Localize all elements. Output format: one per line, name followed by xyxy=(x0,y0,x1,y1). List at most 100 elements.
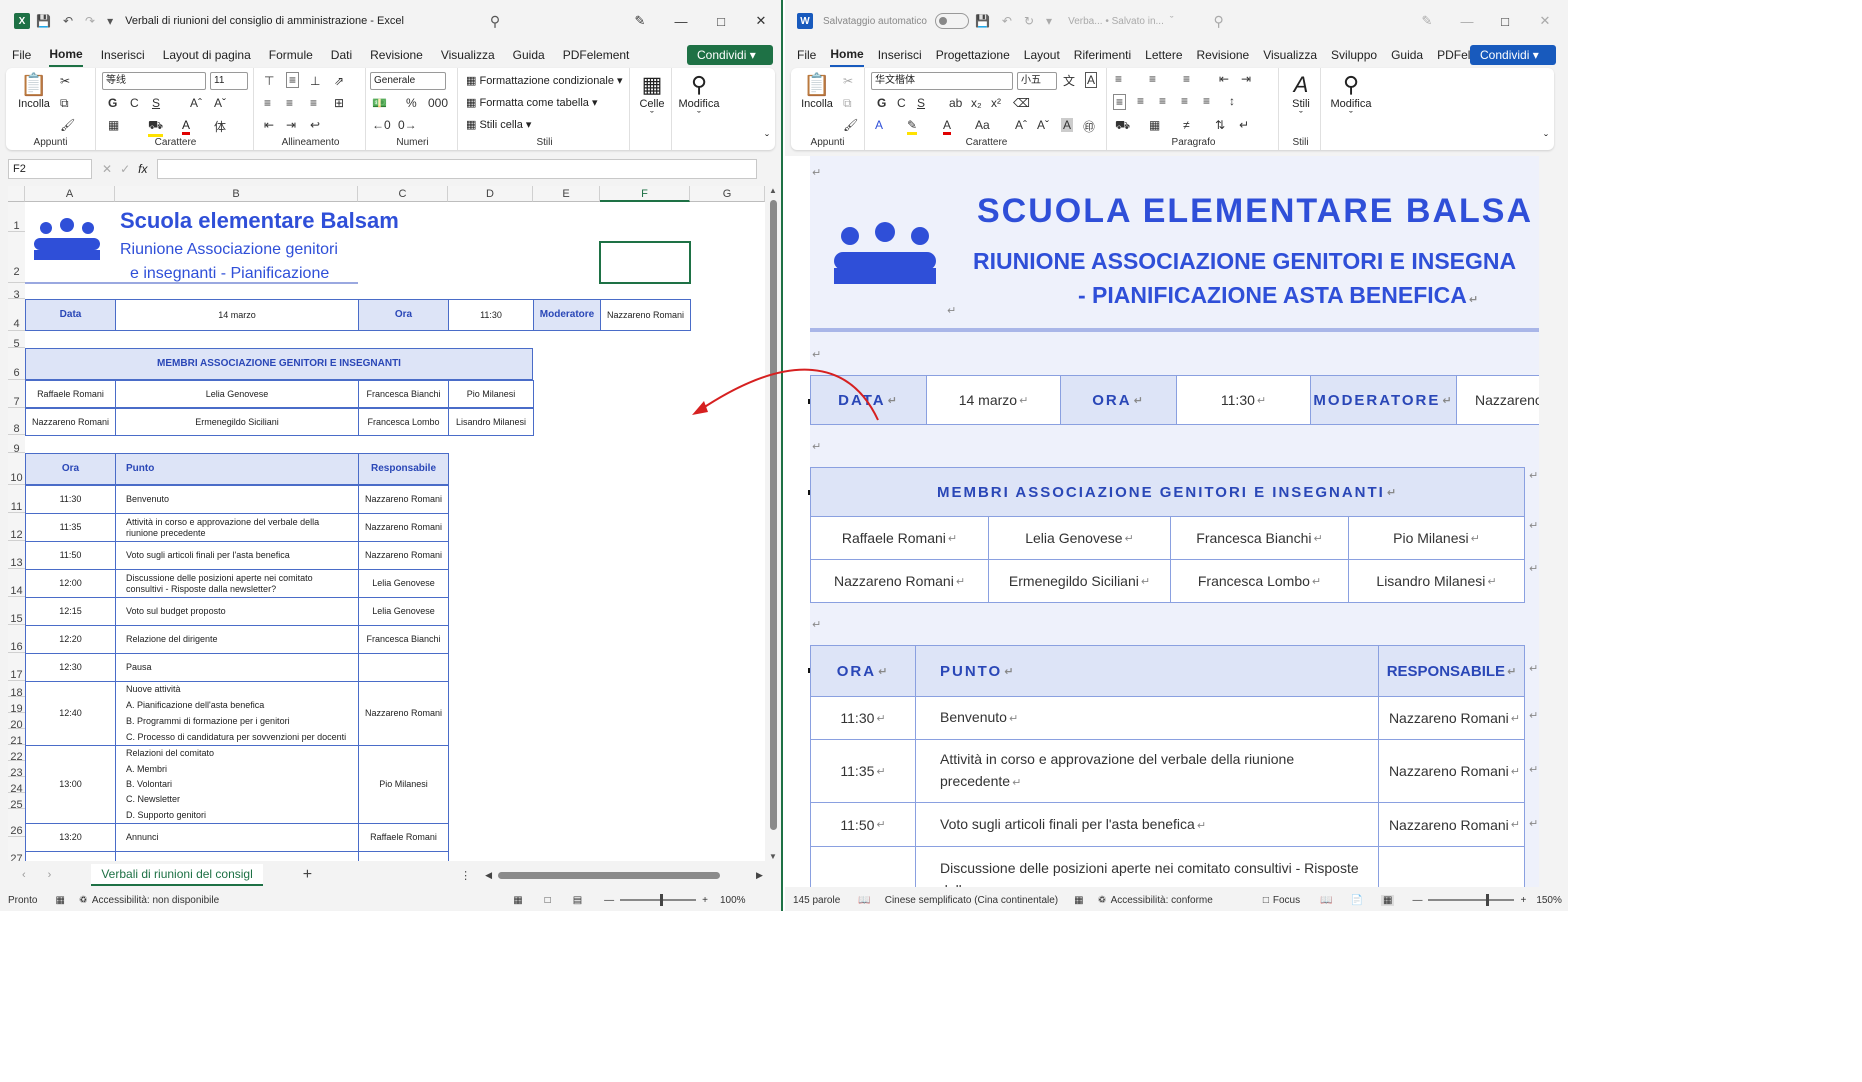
agenda-punto-cell[interactable] xyxy=(115,851,359,861)
save-icon[interactable]: 💾 xyxy=(975,14,990,28)
menu-view[interactable]: Visualizza xyxy=(1263,44,1317,66)
menu-insert[interactable]: Inserisci xyxy=(878,44,922,66)
character-shading-icon[interactable]: A xyxy=(1061,118,1074,132)
cell-styles-button[interactable]: ▦ Stili cella ▾ xyxy=(466,118,531,131)
zoom-out-icon[interactable]: — xyxy=(604,895,614,906)
agenda-ora-cell[interactable] xyxy=(25,851,116,861)
page-break-view-icon[interactable]: ▤ xyxy=(573,895,582,906)
edit-button[interactable]: ⚲ Modifica ˇ xyxy=(1325,72,1377,122)
agenda-ora-cell[interactable]: 12:30 xyxy=(25,653,116,682)
page-layout-view-icon[interactable]: □ xyxy=(545,895,551,906)
pen-icon[interactable]: ✎ xyxy=(620,0,660,42)
bold-button[interactable]: G xyxy=(877,96,886,110)
wrap-text-icon[interactable]: ↩ xyxy=(310,118,320,132)
next-sheet-icon[interactable]: › xyxy=(48,869,52,881)
menu-help[interactable]: Guida xyxy=(513,44,545,66)
enter-icon[interactable]: ✓ xyxy=(120,162,130,176)
underline-button[interactable]: S xyxy=(917,96,925,110)
font-size-combo[interactable]: 小五 xyxy=(1017,72,1057,90)
member-cell[interactable]: Lelia Genovese xyxy=(115,380,359,408)
info-ora-value[interactable]: 11:30 xyxy=(448,299,534,331)
more-options-icon[interactable]: ⋮ xyxy=(460,869,471,882)
agenda-ora-cell[interactable]: 12:20 xyxy=(25,625,116,654)
menu-review[interactable]: Revisione xyxy=(1197,44,1250,66)
borders-icon[interactable]: ▦ xyxy=(1149,118,1160,132)
member-cell[interactable]: Lisandro Milanesi ↵ xyxy=(1348,559,1525,603)
member-cell[interactable]: Raffaele Romani xyxy=(25,380,116,408)
paste-button[interactable]: 📋 Incolla xyxy=(797,72,837,110)
print-layout-icon[interactable]: 📄 xyxy=(1351,895,1363,906)
autosave-toggle[interactable] xyxy=(934,13,969,29)
row-header-5[interactable]: 5 xyxy=(8,331,25,350)
agenda-punto-cell[interactable]: Voto sul budget proposto xyxy=(115,597,359,626)
comma-style-icon[interactable]: 000 xyxy=(428,96,448,110)
menu-review[interactable]: Revisione xyxy=(370,44,423,66)
font-name-combo[interactable]: 华文楷体 xyxy=(871,72,1013,90)
status-language[interactable]: Cinese semplificato (Cina continentale) xyxy=(885,895,1058,906)
agenda-responsabile-cell[interactable]: Nazzareno Romani ↵ xyxy=(1378,696,1525,740)
macro-icon[interactable]: ▦ xyxy=(55,895,64,906)
font-name-combo[interactable]: 等线 xyxy=(102,72,206,90)
member-cell[interactable]: Nazzareno Romani ↵ xyxy=(810,559,989,603)
horizontal-scroll-thumb[interactable] xyxy=(498,871,721,879)
row-header-6[interactable]: 6 xyxy=(8,348,25,380)
zoom-slider[interactable] xyxy=(1428,894,1515,906)
share-button[interactable]: Condividi ▾ xyxy=(1470,45,1556,65)
vertical-scrollbar[interactable]: ▲ ▼ xyxy=(769,186,779,861)
menu-home[interactable]: Home xyxy=(49,43,83,67)
clear-formatting-icon[interactable]: ⌫ xyxy=(1013,96,1030,110)
row-header-2[interactable]: 2 xyxy=(8,232,25,283)
agenda-ora-cell[interactable]: 11:30 xyxy=(25,485,116,514)
paste-button[interactable]: 📋 Incolla xyxy=(14,72,54,110)
customize-icon[interactable]: ▾ xyxy=(107,14,113,28)
status-accessibility[interactable]: Accessibilità: non disponibile xyxy=(92,895,219,906)
row-header-3[interactable]: 3 xyxy=(8,283,25,301)
shrink-font-icon[interactable]: Aˇ xyxy=(214,96,226,110)
row-header-4[interactable]: 4 xyxy=(8,299,25,331)
menu-design[interactable]: Progettazione xyxy=(936,44,1010,66)
scroll-up-icon[interactable]: ▲ xyxy=(769,186,777,195)
line-spacing-icon[interactable]: ↕ xyxy=(1229,94,1235,108)
focus-icon[interactable]: □ xyxy=(1263,895,1269,906)
agenda-punto-cell[interactable]: Discussione delle posizioni aperte nei c… xyxy=(115,569,359,598)
agenda-punto-cell[interactable]: Benvenuto ↵ xyxy=(915,696,1379,740)
increase-indent-icon[interactable]: ⇥ xyxy=(286,118,296,132)
agenda-responsabile-cell[interactable]: Nazzareno Romani xyxy=(358,513,449,542)
agenda-responsabile-cell[interactable]: Nazzareno Romani ↵ xyxy=(1378,739,1525,803)
member-cell[interactable]: Ermenegildo Siciliani xyxy=(115,408,359,436)
save-icon[interactable]: 💾 xyxy=(36,14,51,28)
italic-button[interactable]: C xyxy=(130,96,139,110)
agenda-ora-cell[interactable]: 11:35 ↵ xyxy=(810,739,916,803)
web-layout-icon[interactable]: ▦ xyxy=(1381,894,1395,906)
select-all-corner[interactable] xyxy=(8,186,25,202)
merge-center-icon[interactable]: ⊞ xyxy=(334,96,344,110)
row-header-1[interactable]: 1 xyxy=(8,202,25,232)
cut-icon[interactable]: ✂ xyxy=(843,74,853,88)
menu-formulas[interactable]: Formule xyxy=(269,44,313,66)
agenda-punto-cell[interactable]: Pausa xyxy=(115,653,359,682)
read-mode-icon[interactable]: 📖 xyxy=(1320,895,1332,906)
undo-icon[interactable]: ↶ xyxy=(1002,14,1012,28)
align-middle-icon[interactable]: ≡ xyxy=(286,72,300,88)
percent-icon[interactable]: % xyxy=(406,96,417,110)
underline-button[interactable]: S xyxy=(152,96,160,110)
name-box[interactable]: F2 xyxy=(8,159,92,179)
cancel-icon[interactable]: ✕ xyxy=(102,162,112,176)
styles-button[interactable]: A Stili ˇ xyxy=(1283,72,1319,122)
italic-button[interactable]: C xyxy=(897,96,906,110)
collapse-ribbon-icon[interactable]: ˇ xyxy=(765,132,769,146)
row-header-23[interactable]: 23 xyxy=(8,761,25,779)
text-predictions-icon[interactable]: ▦ xyxy=(1074,895,1083,906)
align-center-icon[interactable]: ≡ xyxy=(1137,94,1144,108)
row-header-21[interactable]: 21 xyxy=(8,729,25,747)
info-data-value-wrap[interactable]: 14 marzo ↵ xyxy=(926,375,1061,425)
column-header-e[interactable]: E xyxy=(533,186,600,202)
menu-layout[interactable]: Layout xyxy=(1024,44,1060,66)
zoom-level[interactable]: 150% xyxy=(1536,895,1562,906)
member-cell[interactable]: Pio Milanesi ↵ xyxy=(1348,516,1525,560)
worksheet-grid[interactable]: A B C D E F G 1 2 3 4 5 6 7 8 9 10 11 12 13 14 15 16 17 1… xyxy=(8,186,765,861)
column-header-c[interactable]: C xyxy=(358,186,448,202)
row-header-24[interactable]: 24 xyxy=(8,777,25,795)
sheet-tab[interactable]: Verbali di riunioni del consigl xyxy=(91,864,263,886)
row-header-19[interactable]: 19 xyxy=(8,697,25,715)
